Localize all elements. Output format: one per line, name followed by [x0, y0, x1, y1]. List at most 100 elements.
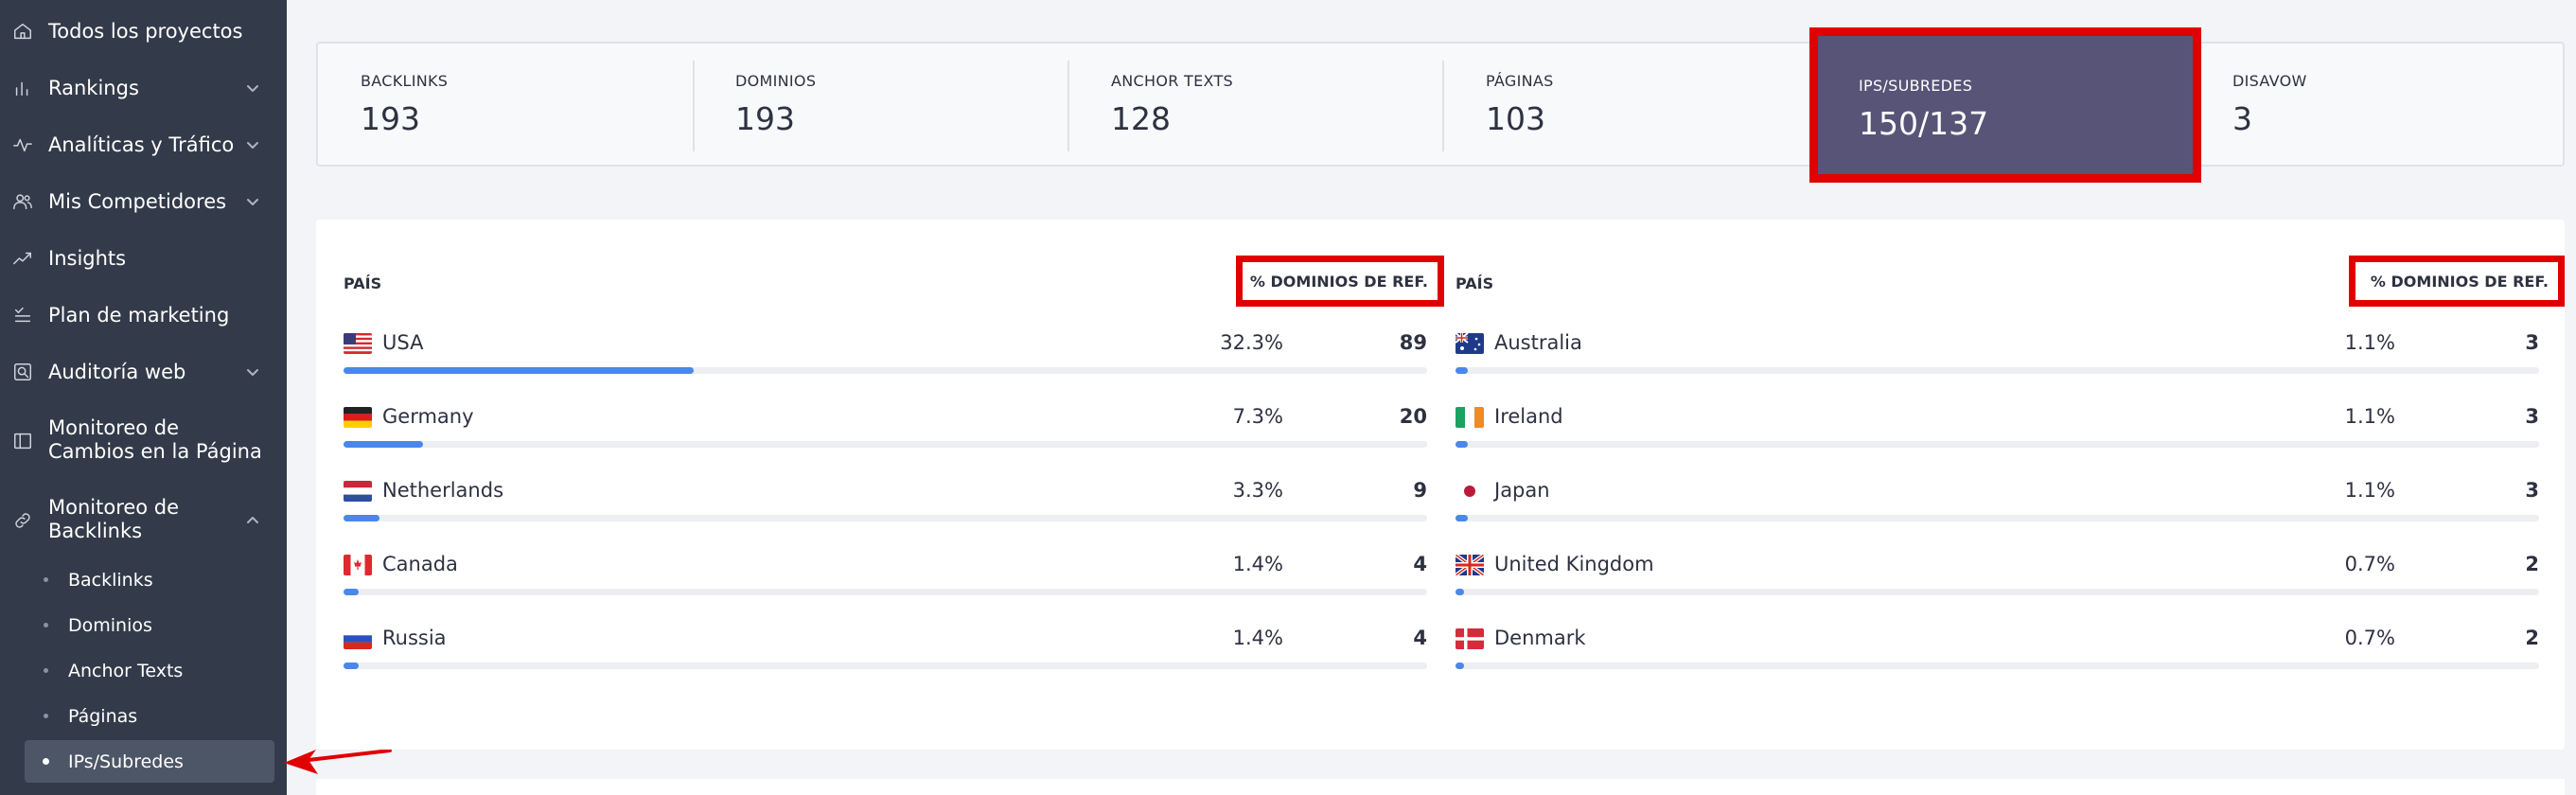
- nav-item-analiticas[interactable]: Analíticas y Tráfico: [0, 132, 287, 157]
- country-row[interactable]: Netherlands 3.3% 9: [344, 475, 1427, 532]
- country-column-header: PAÍS: [344, 274, 382, 292]
- jp-flag-icon: [1456, 481, 1484, 502]
- us-flag-icon: [344, 333, 372, 354]
- stat-value: 193: [361, 100, 420, 137]
- nav-item-todos-los-proyectos[interactable]: Todos los proyectos: [0, 19, 287, 44]
- stats-card: BACKLINKS 193 DOMINIOS 193 ANCHOR TEXTS …: [316, 42, 2565, 167]
- country-row[interactable]: USA 32.3% 89: [344, 327, 1427, 384]
- share-bar-track: [344, 589, 1427, 595]
- dominios-de-ref-label: % DOMINIOS DE REF.: [1249, 272, 1428, 291]
- home-icon: [11, 20, 34, 43]
- stat-value: 150/137: [1859, 105, 1989, 142]
- ru-flag-icon: [344, 628, 372, 649]
- country-row[interactable]: Japan 1.1% 3: [1456, 475, 2539, 532]
- nav-item-rankings[interactable]: Rankings: [0, 76, 287, 100]
- nav-item-insights[interactable]: Insights: [0, 246, 287, 271]
- subnav-item-paginas[interactable]: Páginas: [25, 695, 274, 737]
- stat-divider: [1067, 61, 1069, 151]
- dominios-de-ref-header[interactable]: % DOMINIOS DE REF.: [2349, 256, 2565, 307]
- country-pct: 1.4%: [1232, 553, 1283, 575]
- share-bar-track: [344, 662, 1427, 669]
- stat-label: DISAVOW: [2232, 72, 2307, 90]
- chevron-down-icon: [245, 80, 260, 96]
- nav-item-label: Monitoreo de Cambios en la Página: [48, 416, 262, 463]
- country-row[interactable]: Canada 1.4% 4: [344, 549, 1427, 606]
- subnav-item-backlinks[interactable]: Backlinks: [25, 558, 274, 601]
- ie-flag-icon: [1456, 407, 1484, 428]
- nav-item-auditoria-web[interactable]: Auditoría web: [0, 360, 287, 384]
- country-count: 2: [2525, 553, 2539, 575]
- country-name: Denmark: [1494, 627, 1586, 649]
- stat-value: 128: [1111, 100, 1171, 137]
- country-pct: 1.4%: [1232, 627, 1283, 649]
- stat-divider: [1442, 61, 1444, 151]
- book-icon: [11, 430, 34, 452]
- country-row[interactable]: Ireland 1.1% 3: [1456, 401, 2539, 458]
- users-icon: [11, 190, 34, 213]
- country-row[interactable]: Russia 1.4% 4: [344, 623, 1427, 680]
- stat-value: 103: [1486, 100, 1545, 137]
- stat-ips-subredes[interactable]: IPS/SUBREDES 150/137: [1809, 27, 2201, 183]
- share-bar-track: [1456, 367, 2539, 374]
- country-count: 20: [1399, 405, 1427, 428]
- bullet-icon: [44, 623, 48, 627]
- nl-flag-icon: [344, 481, 372, 502]
- nav-item-label: Mis Competidores: [48, 189, 227, 213]
- country-row[interactable]: Germany 7.3% 20: [344, 401, 1427, 458]
- nav-item-plan-de-marketing[interactable]: Plan de marketing: [0, 303, 287, 327]
- country-column-header: PAÍS: [1456, 274, 1494, 292]
- subnav-item-ips-subredes[interactable]: IPs/Subredes: [25, 740, 274, 783]
- country-pct: 1.1%: [2344, 331, 2395, 354]
- country-name: Netherlands: [382, 479, 504, 502]
- share-bar-fill: [1456, 367, 1468, 374]
- chevron-down-icon: [245, 364, 260, 380]
- subnav-label: Páginas: [68, 705, 138, 727]
- nav-item-monitoreo-cambios[interactable]: Monitoreo de Cambios en la Página: [0, 416, 287, 466]
- country-pct: 1.1%: [2344, 479, 2395, 502]
- nav-item-label: Insights: [48, 246, 127, 270]
- share-bar-fill: [344, 515, 379, 521]
- country-count: 2: [2525, 627, 2539, 649]
- country-pct: 1.1%: [2344, 405, 2395, 428]
- country-row[interactable]: United Kingdom 0.7% 2: [1456, 549, 2539, 606]
- subnav-item-dominios[interactable]: Dominios: [25, 604, 274, 646]
- bullet-icon: [44, 714, 48, 718]
- sidebar: Todos los proyectos Rankings Analíticas …: [0, 0, 287, 795]
- chevron-down-icon: [245, 137, 260, 152]
- country-pct: 3.3%: [1232, 479, 1283, 502]
- country-pct: 32.3%: [1220, 331, 1283, 354]
- country-count: 4: [1413, 553, 1427, 575]
- share-bar-fill: [344, 367, 694, 374]
- nav-item-monitoreo-backlinks[interactable]: Monitoreo de Backlinks: [0, 496, 287, 545]
- country-pct: 0.7%: [2344, 553, 2395, 575]
- country-name: Ireland: [1494, 405, 1563, 428]
- country-row[interactable]: Denmark 0.7% 2: [1456, 623, 2539, 680]
- share-bar-fill: [1456, 662, 1464, 669]
- nav-item-label: Todos los proyectos: [48, 19, 243, 43]
- checklist-icon: [11, 304, 34, 327]
- bullet-icon: [44, 668, 48, 673]
- country-row[interactable]: Australia 1.1% 3: [1456, 327, 2539, 384]
- audit-icon: [11, 361, 34, 383]
- share-bar-track: [344, 367, 1427, 374]
- country-name: Canada: [382, 553, 458, 575]
- share-bar-fill: [1456, 515, 1468, 521]
- nav-item-label: Rankings: [48, 76, 139, 99]
- country-pct: 7.3%: [1232, 405, 1283, 428]
- share-bar-track: [344, 441, 1427, 448]
- country-count: 3: [2525, 479, 2539, 502]
- country-name: Germany: [382, 405, 474, 428]
- subnav-item-anchor-texts[interactable]: Anchor Texts: [25, 649, 274, 692]
- country-name: USA: [382, 331, 424, 354]
- next-panel: [316, 779, 2565, 795]
- dominios-de-ref-header[interactable]: % DOMINIOS DE REF.: [1236, 256, 1444, 307]
- country-count: 4: [1413, 627, 1427, 649]
- de-flag-icon: [344, 407, 372, 428]
- au-flag-icon: [1456, 333, 1484, 354]
- chevron-up-icon: [245, 513, 260, 528]
- share-bar-fill: [344, 662, 359, 669]
- stat-label: IPS/SUBREDES: [1859, 77, 1973, 95]
- nav-item-mis-competidores[interactable]: Mis Competidores: [0, 189, 287, 214]
- bullet-icon: [44, 577, 48, 582]
- bar-chart-icon: [11, 77, 34, 99]
